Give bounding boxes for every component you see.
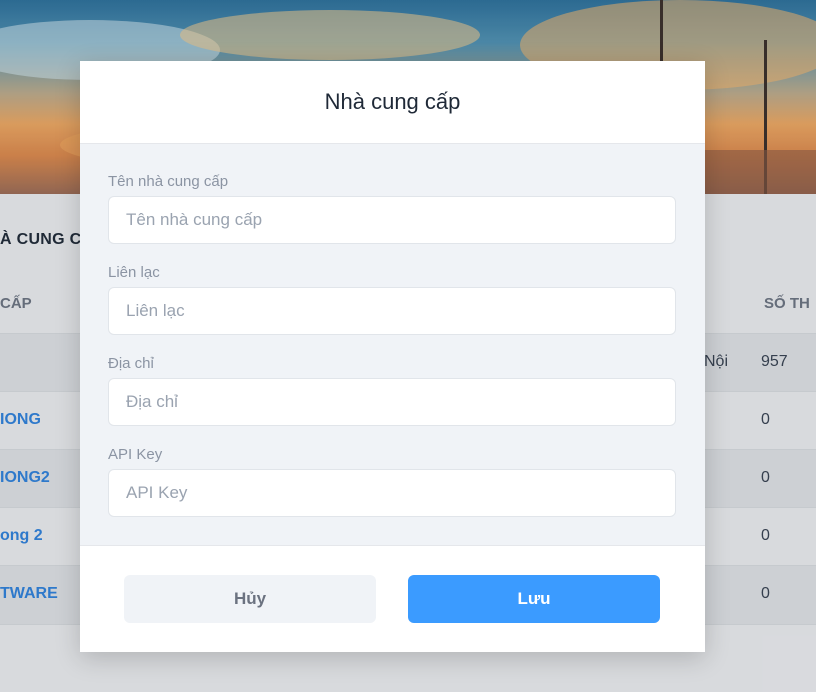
api-key-label: API Key — [108, 446, 163, 463]
contact-field: Liên lạc — [108, 264, 676, 335]
api-key-input[interactable] — [108, 469, 676, 517]
modal-footer: Hủy Lưu — [80, 546, 705, 652]
modal-header: Nhà cung cấp — [80, 61, 705, 144]
contact-input[interactable] — [108, 287, 676, 335]
address-field: Địa chỉ — [108, 355, 676, 426]
address-input[interactable] — [108, 378, 676, 426]
api-key-field: API Key — [108, 446, 676, 517]
modal-body: Tên nhà cung cấp Liên lạc Địa chỉ API Ke… — [80, 144, 705, 546]
supplier-name-label: Tên nhà cung cấp — [108, 173, 229, 190]
supplier-name-input[interactable] — [108, 196, 676, 244]
supplier-name-field: Tên nhà cung cấp — [108, 173, 676, 244]
modal-title: Nhà cung cấp — [324, 89, 461, 114]
contact-label: Liên lạc — [108, 264, 160, 281]
cancel-button[interactable]: Hủy — [124, 575, 376, 623]
supplier-modal: Nhà cung cấp Tên nhà cung cấp Liên lạc Đ… — [80, 61, 705, 652]
address-label: Địa chỉ — [108, 355, 154, 372]
save-button[interactable]: Lưu — [408, 575, 660, 623]
